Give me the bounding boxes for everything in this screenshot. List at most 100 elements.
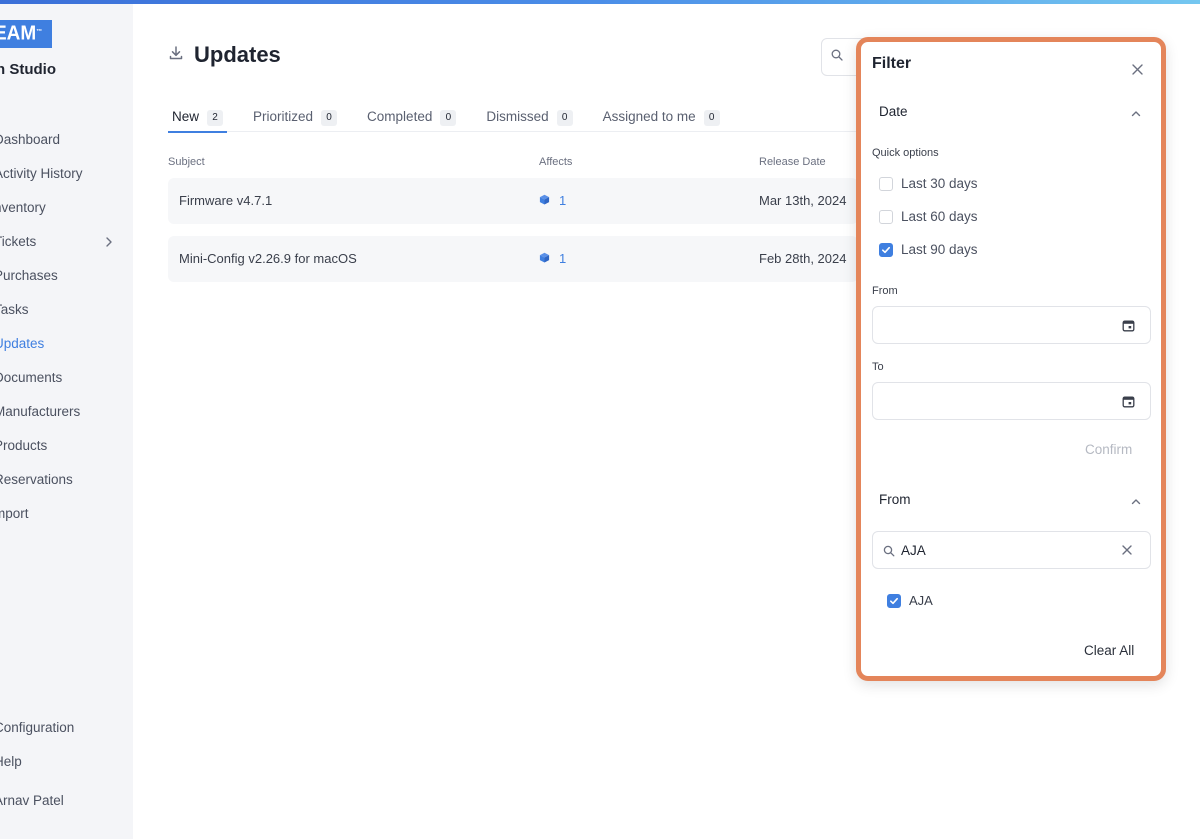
tab-label: Assigned to me [602, 109, 696, 124]
sidebar-bottom-nav: Configuration Help [0, 718, 119, 786]
sidebar-item-label: Dashboard [0, 132, 61, 147]
tab-dismissed[interactable]: Dismissed 0 [482, 104, 576, 132]
sidebar-item-label: Documents [0, 370, 63, 385]
chevron-right-icon[interactable] [99, 232, 119, 252]
sidebar-item-configuration[interactable]: Configuration [0, 718, 119, 752]
calendar-icon[interactable] [1121, 394, 1136, 409]
tab-completed[interactable]: Completed 0 [363, 104, 460, 132]
search-icon [883, 544, 896, 557]
row-release-date: Feb 28th, 2024 [759, 251, 847, 266]
sidebar-item-label: Products [0, 438, 48, 453]
column-header-release-date[interactable]: Release Date [759, 156, 826, 168]
option-label: Last 90 days [901, 242, 978, 257]
table-row[interactable]: Firmware v4.7.1 1 Mar 13th, 2024 [168, 178, 858, 224]
cube-icon [539, 236, 550, 282]
column-header-affects[interactable]: Affects [539, 156, 572, 168]
sidebar-item-inventory[interactable]: nventory [0, 198, 119, 232]
sidebar-item-label: Activity History [0, 166, 83, 181]
check-icon [890, 597, 898, 604]
tab-label: Completed [367, 109, 433, 124]
chevron-up-icon[interactable] [1129, 495, 1143, 509]
user-name[interactable]: Arnav Patel [0, 793, 64, 808]
clear-all-button[interactable]: Clear All [1084, 643, 1134, 658]
tab-label: Prioritized [253, 109, 314, 124]
tab-prioritized[interactable]: Prioritized 0 [249, 104, 341, 132]
to-date-label: To [872, 361, 884, 373]
tab-assigned-to-me[interactable]: Assigned to me 0 [599, 104, 724, 132]
sidebar-item-activity-history[interactable]: Activity History [0, 164, 119, 198]
from-date-label: From [872, 285, 898, 297]
from-search-field[interactable] [872, 531, 1151, 569]
sidebar-item-import[interactable]: mport [0, 504, 119, 538]
date-section-header[interactable]: Date [879, 104, 908, 119]
sidebar-item-label: Tasks [0, 302, 29, 317]
sidebar-item-label: Configuration [0, 720, 75, 735]
from-result-item[interactable]: AJA [887, 593, 933, 608]
tab-count-badge: 0 [321, 110, 338, 126]
chevron-up-icon[interactable] [1129, 107, 1143, 121]
tab-label: Dismissed [486, 109, 549, 124]
tab-count-badge: 0 [556, 110, 573, 126]
option-last-90-days[interactable]: Last 90 days [879, 242, 978, 257]
sidebar-item-label: Help [0, 754, 22, 769]
brand-logo[interactable]: EAM™ [0, 20, 52, 48]
confirm-button[interactable]: Confirm [1085, 442, 1132, 457]
sidebar-item-label: nventory [0, 200, 46, 215]
table-row[interactable]: Mini-Config v2.26.9 for macOS 1 Feb 28th… [168, 236, 858, 282]
option-last-30-days[interactable]: Last 30 days [879, 176, 978, 191]
search-icon [831, 48, 843, 66]
row-subject: Firmware v4.7.1 [179, 193, 273, 208]
filter-title: Filter [872, 55, 912, 72]
option-label: Last 30 days [901, 176, 978, 191]
sidebar-item-products[interactable]: Products [0, 436, 119, 470]
option-last-60-days[interactable]: Last 60 days [879, 209, 978, 224]
sidebar-nav: Dashboard Activity History nventory Tick… [0, 130, 119, 538]
tab-bar: New 2 Prioritized 0 Completed 0 Dismissed 0 … [168, 104, 858, 133]
app-name: n Studio [0, 61, 56, 78]
download-icon [168, 45, 184, 66]
trademark-mark: ™ [36, 29, 43, 35]
sidebar-item-tasks[interactable]: Tasks [0, 300, 119, 334]
column-header-subject[interactable]: Subject [168, 156, 205, 168]
tab-count-badge: 0 [703, 110, 720, 126]
sidebar-item-tickets[interactable]: Tickets [0, 232, 119, 266]
from-date-input[interactable] [872, 306, 1151, 344]
sidebar: EAM™ n Studio Dashboard Activity History… [0, 4, 133, 839]
to-date-input[interactable] [872, 382, 1151, 420]
checkbox-checked[interactable] [887, 593, 901, 608]
close-icon[interactable] [1128, 60, 1146, 78]
brand-logo-text: EAM [0, 22, 37, 45]
tab-count-badge: 0 [440, 110, 457, 126]
page-title: Updates [194, 42, 281, 67]
sidebar-item-label: mport [0, 506, 29, 521]
sidebar-item-label: Reservations [0, 472, 73, 487]
calendar-icon[interactable] [1121, 318, 1136, 333]
sidebar-item-dashboard[interactable]: Dashboard [0, 130, 119, 164]
affects-count: 1 [559, 193, 567, 208]
option-label: Last 60 days [901, 209, 978, 224]
clear-search-icon[interactable] [1120, 543, 1134, 557]
row-affects-link[interactable]: 1 [539, 236, 566, 282]
checkbox-checked[interactable] [879, 242, 893, 257]
row-subject: Mini-Config v2.26.9 for macOS [179, 251, 357, 266]
from-search-input[interactable] [901, 540, 1101, 560]
quick-options-label: Quick options [872, 147, 939, 159]
sidebar-item-label: Tickets [0, 234, 37, 249]
tab-new[interactable]: New 2 [168, 104, 228, 133]
sidebar-item-help[interactable]: Help [0, 752, 119, 786]
tab-count-badge: 2 [207, 110, 224, 126]
sidebar-item-updates[interactable]: Updates [0, 334, 119, 368]
result-label: AJA [909, 593, 933, 608]
sidebar-item-documents[interactable]: Documents [0, 368, 119, 402]
affects-count: 1 [559, 251, 567, 266]
from-section-header[interactable]: From [879, 492, 911, 507]
filter-panel: Filter Date Quick options Last 30 days L… [856, 37, 1166, 681]
sidebar-item-purchases[interactable]: Purchases [0, 266, 119, 300]
checkbox[interactable] [879, 209, 893, 224]
row-affects-link[interactable]: 1 [539, 178, 566, 224]
sidebar-item-label: Updates [0, 336, 45, 351]
sidebar-item-reservations[interactable]: Reservations [0, 470, 119, 504]
sidebar-item-label: Manufacturers [0, 404, 81, 419]
sidebar-item-manufacturers[interactable]: Manufacturers [0, 402, 119, 436]
checkbox[interactable] [879, 176, 893, 191]
